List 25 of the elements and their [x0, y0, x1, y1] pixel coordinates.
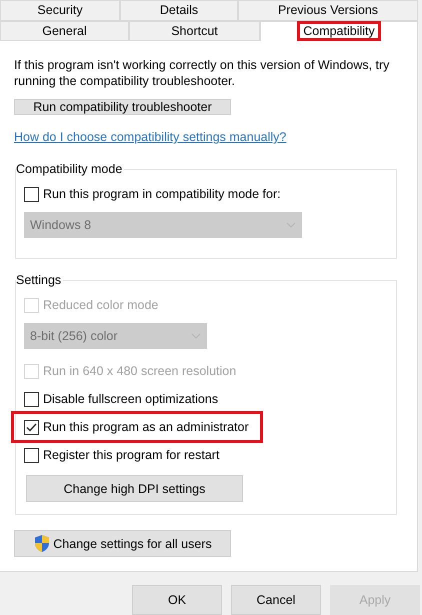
checkbox-label[interactable]: Run this program in compatibility mode for: [43, 187, 281, 201]
group-title: Compatibility mode [16, 162, 124, 176]
dialog-button[interactable]: Cancel [231, 585, 321, 615]
tab[interactable]: Security [0, 0, 120, 20]
help-link[interactable]: How do I choose compatibility settings manually? [14, 130, 286, 144]
checkbox[interactable] [24, 420, 39, 434]
group-title: Settings [16, 273, 62, 287]
checkbox-label[interactable]: Register this program for restart [43, 448, 220, 462]
checkbox-label[interactable]: Run this program as an administrator [43, 420, 249, 434]
dialog-button[interactable]: OK [132, 585, 222, 615]
checkbox[interactable] [24, 186, 39, 202]
tab[interactable]: Compatibility [260, 20, 418, 41]
shield-icon [33, 534, 52, 553]
troubleshooter-button[interactable]: Run compatibility troubleshooter [14, 99, 231, 115]
tab[interactable]: Details [120, 0, 238, 20]
all-users-button[interactable]: Change settings for all users [14, 530, 231, 557]
dpi-settings-button[interactable]: Change high DPI settings [26, 475, 243, 502]
checkmark-icon [26, 422, 37, 432]
checkbox[interactable] [24, 392, 39, 406]
intro-text: If this program isn't working correctly on this version of Windows, try running the compatibility troubleshooter. [14, 57, 390, 89]
tab[interactable]: Shortcut [129, 20, 260, 41]
checkbox-label[interactable]: Disable fullscreen optimizations [43, 392, 218, 406]
checkbox[interactable] [24, 448, 39, 462]
tab[interactable]: General [0, 20, 129, 41]
tab[interactable]: Previous Versions [238, 0, 418, 20]
